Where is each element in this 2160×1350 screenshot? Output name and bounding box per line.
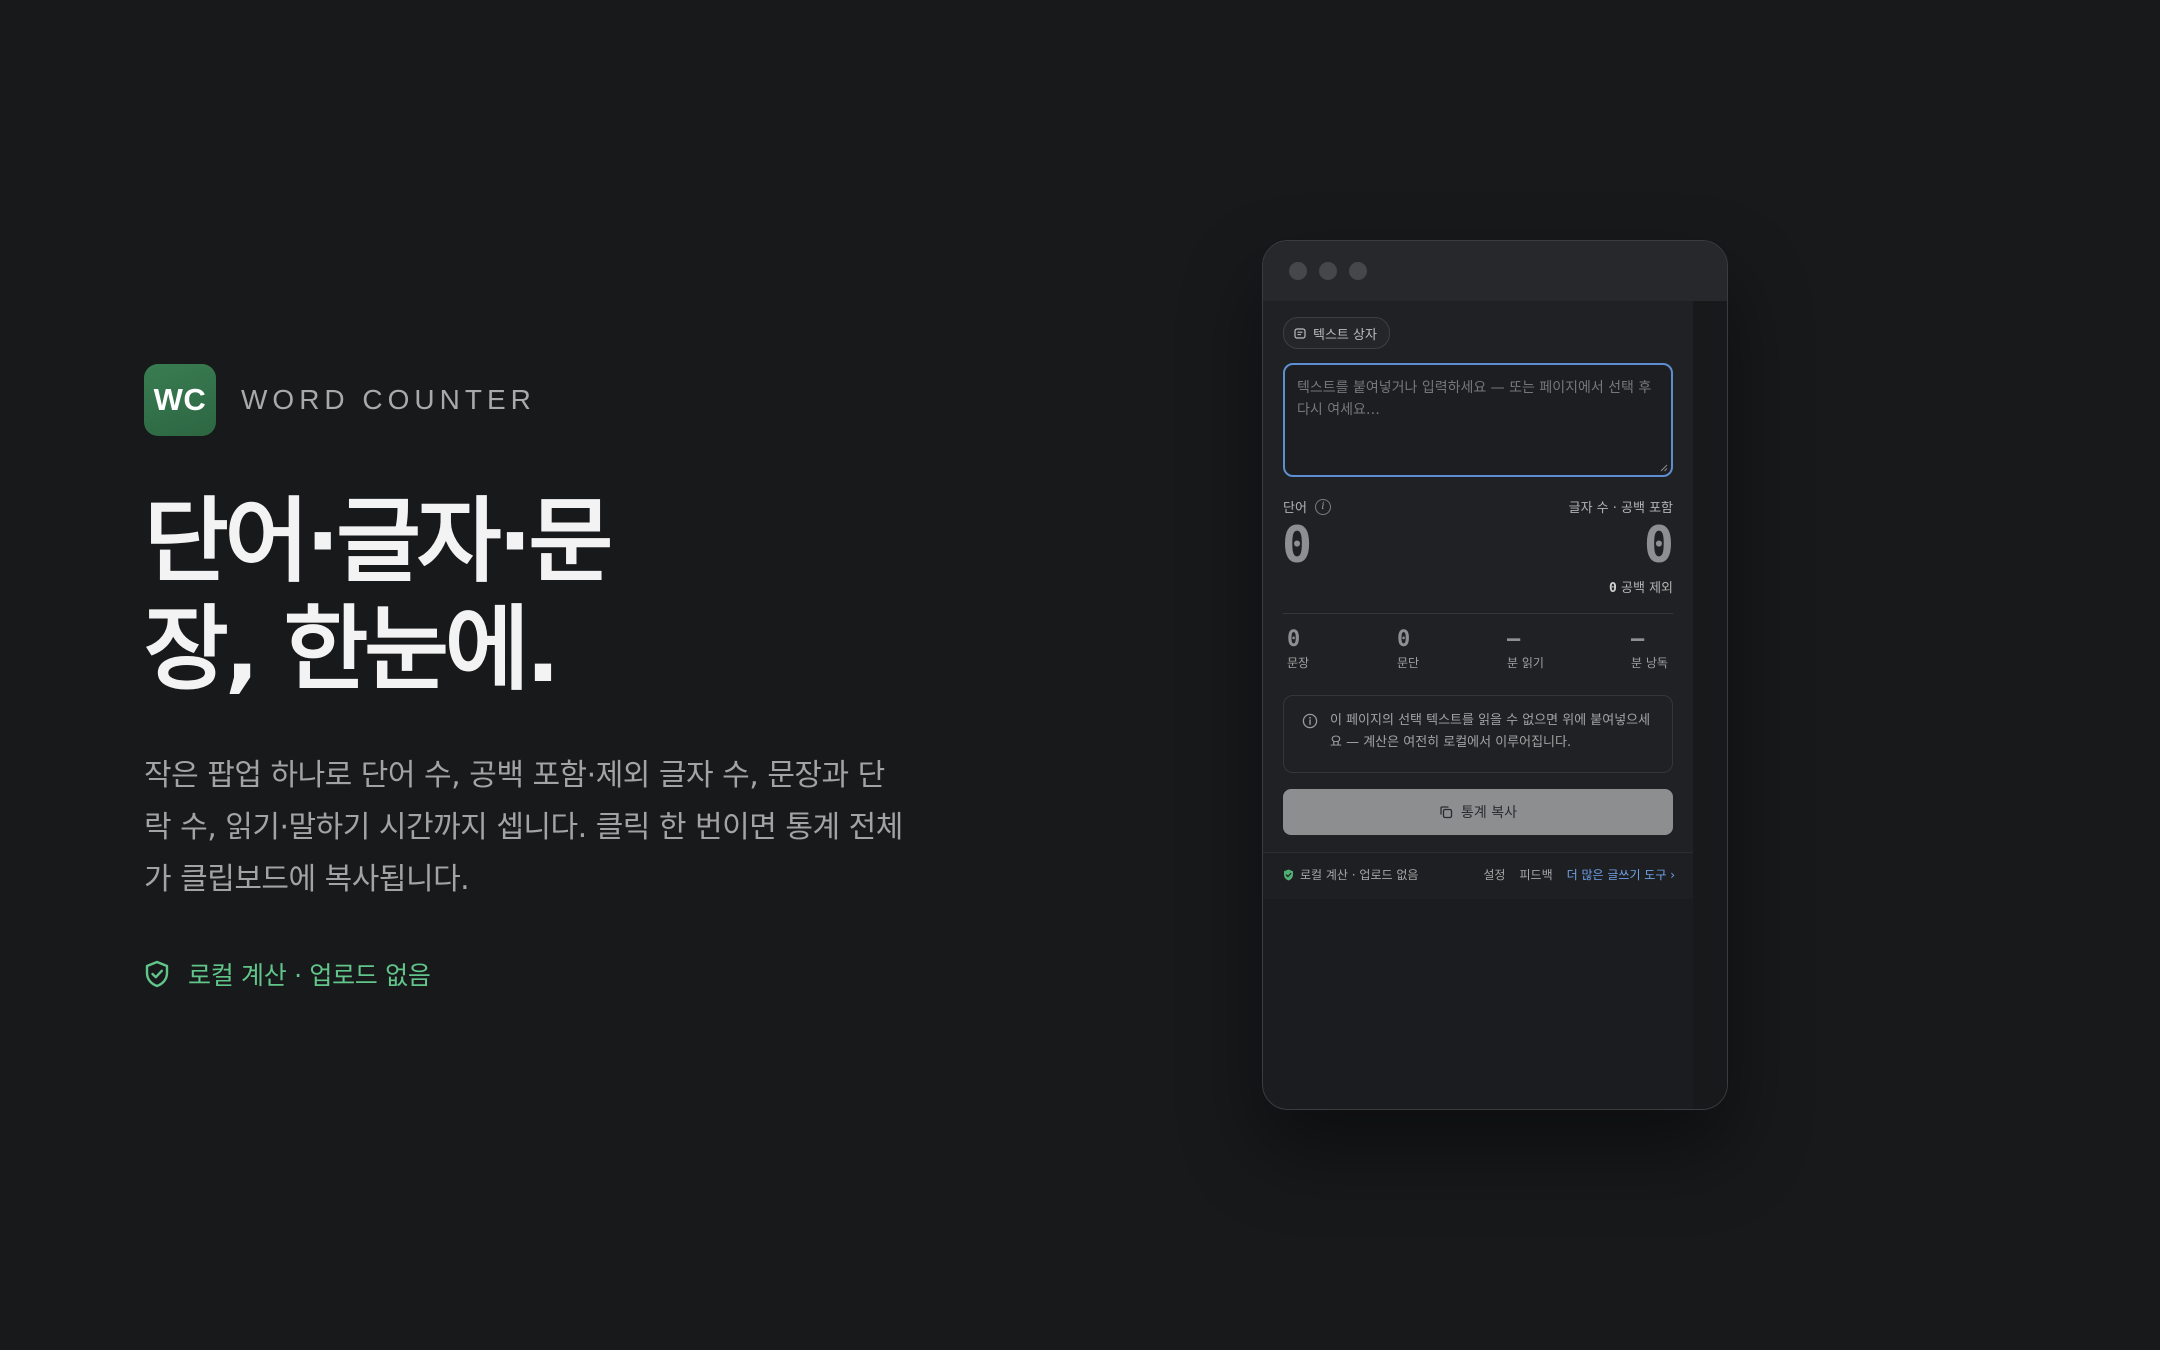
copy-stats-button[interactable]: 통계 복사 <box>1283 789 1673 835</box>
footer-privacy: 로컬 계산 · 업로드 없음 <box>1283 866 1418 883</box>
stat-value: 0 <box>1287 627 1301 652</box>
source-chip-label: 텍스트 상자 <box>1313 327 1377 343</box>
stat-label: 분 낭독 <box>1631 656 1668 670</box>
hero-section: WC WORD COUNTER 단어·글자·문 장, 한눈에. 작은 팝업 하나… <box>144 364 944 992</box>
notice-box: 이 페이지의 선택 텍스트를 읽을 수 없으면 위에 붙여넣으세요 — 계산은 … <box>1283 695 1673 773</box>
window-minimize-dot[interactable] <box>1319 262 1337 280</box>
headline-line-1: 단어·글자·문 <box>144 488 613 595</box>
resize-handle-icon[interactable] <box>1660 464 1668 472</box>
window-titlebar <box>1263 241 1727 301</box>
privacy-note: 로컬 계산 · 업로드 없음 <box>144 956 944 992</box>
popup-footer: 로컬 계산 · 업로드 없음 설정 피드백 더 많은 글쓰기 도구 › <box>1263 852 1693 899</box>
chars-no-space-value: 0 <box>1609 581 1617 596</box>
shield-check-icon <box>145 960 169 988</box>
words-count: 0 <box>1282 516 1313 574</box>
window-close-dot[interactable] <box>1289 262 1307 280</box>
stat-paragraphs: 0 문단 <box>1397 627 1419 671</box>
stat-value: — <box>1631 627 1645 652</box>
stat-label: 분 읽기 <box>1507 656 1544 670</box>
headline-line-2: 장, 한눈에. <box>144 596 560 703</box>
footer-privacy-text: 로컬 계산 · 업로드 없음 <box>1300 868 1419 882</box>
stat-reading-time: — 분 읽기 <box>1507 627 1544 671</box>
settings-link[interactable]: 설정 <box>1483 866 1505 883</box>
hero-description: 작은 팝업 하나로 단어 수, 공백 포함·제외 글자 수, 문장과 단락 수,… <box>144 758 903 897</box>
words-label: 단어 i <box>1283 497 1331 516</box>
info-icon[interactable]: i <box>1314 498 1331 515</box>
text-input-placeholder: 텍스트를 붙여넣거나 입력하세요 — 또는 페이지에서 선택 후 다시 여세요… <box>1297 380 1652 418</box>
chars-no-space-label: 공백 제외 <box>1621 581 1673 596</box>
brand: WC WORD COUNTER <box>144 364 944 436</box>
divider <box>1283 613 1673 614</box>
textbox-icon <box>1294 327 1306 339</box>
feedback-link[interactable]: 피드백 <box>1519 866 1552 883</box>
scrollbar-track[interactable] <box>1693 301 1727 1109</box>
stat-value: — <box>1507 627 1521 652</box>
chars-label: 글자 수 · 공백 포함 <box>1568 501 1673 516</box>
app-logo: WC <box>144 364 216 436</box>
source-chip-textbox[interactable]: 텍스트 상자 <box>1283 317 1390 349</box>
chars-count: 0 <box>1643 516 1674 574</box>
more-tools-link[interactable]: 더 많은 글쓰기 도구 › <box>1567 866 1675 883</box>
words-label-text: 단어 <box>1283 501 1307 516</box>
copy-icon <box>1440 806 1453 819</box>
popup-window: 텍스트 상자 텍스트를 붙여넣거나 입력하세요 — 또는 페이지에서 선택 후 … <box>1262 240 1728 1110</box>
stat-sentences: 0 문장 <box>1287 627 1309 671</box>
privacy-text: 로컬 계산 · 업로드 없음 <box>188 961 431 990</box>
text-input[interactable]: 텍스트를 붙여넣거나 입력하세요 — 또는 페이지에서 선택 후 다시 여세요… <box>1283 363 1673 477</box>
stat-speaking-time: — 분 낭독 <box>1631 627 1668 671</box>
info-circle-icon <box>1302 713 1318 729</box>
copy-stats-label: 통계 복사 <box>1461 805 1517 821</box>
footer-links: 설정 피드백 더 많은 글쓰기 도구 › <box>1469 866 1675 883</box>
popup-panel: 텍스트 상자 텍스트를 붙여넣거나 입력하세요 — 또는 페이지에서 선택 후 … <box>1263 301 1693 872</box>
stat-label: 문장 <box>1287 656 1310 670</box>
chars-no-space: 0 공백 제외 <box>1609 577 1673 596</box>
stat-label: 문단 <box>1397 656 1420 670</box>
window-maximize-dot[interactable] <box>1349 262 1367 280</box>
notice-text: 이 페이지의 선택 텍스트를 읽을 수 없으면 위에 붙여넣으세요 — 계산은 … <box>1330 713 1651 750</box>
stat-value: 0 <box>1397 627 1411 652</box>
headline: 단어·글자·문 장, 한눈에. <box>144 488 664 704</box>
shield-check-icon <box>1284 869 1293 880</box>
brand-name: WORD COUNTER <box>241 384 536 415</box>
